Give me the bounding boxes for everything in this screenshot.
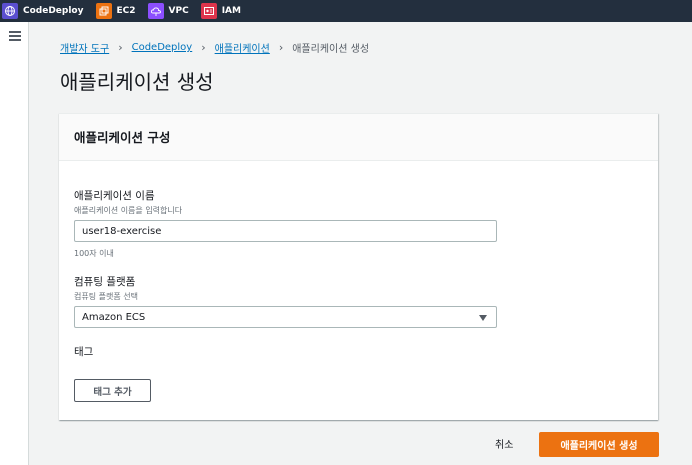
caret-down-icon <box>479 315 487 321</box>
add-tag-button[interactable]: 태그 추가 <box>74 379 151 402</box>
menu-icon[interactable] <box>9 31 21 41</box>
globe-icon <box>2 3 18 19</box>
service-shortcut-iam[interactable]: IAM <box>200 0 241 22</box>
service-shortcut-ec2[interactable]: EC2 <box>95 0 136 22</box>
side-navigation-rail <box>0 22 29 465</box>
service-label: EC2 <box>116 6 136 16</box>
breadcrumb-link-codedeploy[interactable]: CodeDeploy <box>132 42 193 53</box>
platform-select-value: Amazon ECS <box>82 311 146 323</box>
top-nav-bar: CodeDeploy EC2 VPC IAM <box>0 0 692 22</box>
chevron-right-icon: › <box>278 41 284 54</box>
platform-description: 컴퓨팅 플랫폼 선택 <box>74 292 138 301</box>
application-configuration-panel: 애플리케이션 구성 애플리케이션 이름 애플리케이션 이름을 입력합니다 100… <box>59 113 658 420</box>
breadcrumb-current: 애플리케이션 생성 <box>292 44 370 55</box>
cancel-button[interactable]: 취소 <box>495 436 513 451</box>
chevron-right-icon: › <box>118 41 123 54</box>
tags-label: 태그 <box>74 346 94 358</box>
ec2-chip-icon <box>95 3 112 19</box>
create-application-button[interactable]: 애플리케이션 생성 <box>539 432 659 457</box>
chevron-right-icon: › <box>201 41 206 54</box>
breadcrumb-link-applications[interactable]: 애플리케이션 <box>215 40 270 55</box>
app-name-description: 애플리케이션 이름을 입력합니다 <box>74 206 183 215</box>
page-title: 애플리케이션 생성 <box>60 70 214 94</box>
service-shortcut-codedeploy[interactable]: CodeDeploy <box>2 0 84 22</box>
service-shortcut-vpc[interactable]: VPC <box>147 0 189 22</box>
app-name-input[interactable] <box>74 220 497 242</box>
breadcrumb-link-developer-tools[interactable]: 개발자 도구 <box>60 40 109 55</box>
iam-badge-icon <box>200 3 217 19</box>
platform-label: 컴퓨팅 플랫폼 <box>74 276 136 288</box>
panel-header: 애플리케이션 구성 <box>59 114 658 161</box>
service-label: VPC <box>168 6 189 16</box>
vpc-cloud-icon <box>147 3 164 19</box>
app-name-label: 애플리케이션 이름 <box>74 190 155 202</box>
app-name-constraint: 100자 이내 <box>74 249 114 258</box>
service-label: CodeDeploy <box>23 6 84 16</box>
service-label: IAM <box>221 6 241 16</box>
breadcrumb: 개발자 도구 › CodeDeploy › 애플리케이션 › 애플리케이션 생성 <box>60 40 369 55</box>
platform-select[interactable]: Amazon ECS <box>74 306 497 328</box>
